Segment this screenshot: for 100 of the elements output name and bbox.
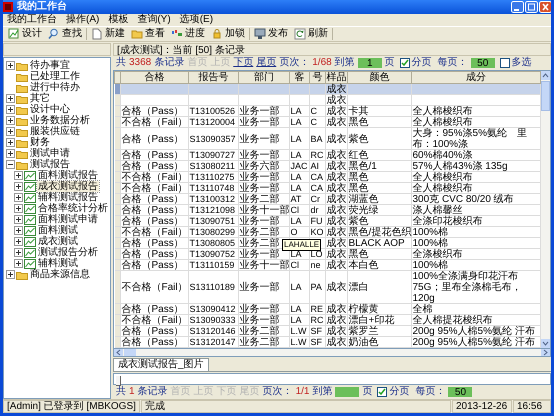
collapse-icon[interactable]	[6, 160, 15, 169]
column-header[interactable]: 颜色	[348, 72, 412, 84]
table-cell: S13080211	[188, 161, 238, 172]
expand-icon[interactable]	[6, 149, 15, 158]
page-input[interactable]	[335, 387, 360, 397]
table-cell: 200g 95%人棉5%氨纶 汗布	[412, 337, 540, 348]
menu-item[interactable]: 模板	[108, 14, 128, 26]
checkbox[interactable]	[500, 58, 510, 68]
column-header[interactable]: 样品	[326, 72, 348, 84]
minimize-button[interactable]	[511, 1, 524, 13]
menu-item[interactable]: 操作(A)	[66, 14, 100, 26]
scroll-thumb[interactable]	[124, 349, 136, 356]
tree-item[interactable]: 辅料测试	[37, 258, 79, 269]
chart-icon	[24, 170, 36, 180]
tree-item[interactable]: 业务数据分析	[29, 115, 91, 126]
table-cell: S13090357	[188, 128, 238, 150]
expand-icon[interactable]	[6, 138, 15, 147]
expand-icon[interactable]	[14, 259, 23, 268]
table-cell: 湖蓝色	[348, 194, 412, 205]
scroll-up-icon[interactable]	[541, 71, 550, 80]
scroll-handle[interactable]	[116, 376, 121, 386]
expand-icon[interactable]	[14, 248, 23, 257]
column-header[interactable]: 报告号	[188, 72, 238, 84]
table-cell: 紫色	[348, 128, 412, 150]
table-cell: 全涤印花梭织布	[412, 216, 540, 227]
tree-item[interactable]: 已处理工作	[29, 71, 81, 82]
expand-icon[interactable]	[14, 237, 23, 246]
expand-icon[interactable]	[14, 215, 23, 224]
expand-icon[interactable]	[14, 204, 23, 213]
row-header[interactable]	[114, 84, 120, 95]
expand-icon[interactable]	[14, 171, 23, 180]
tree-item[interactable]: 进行中待办	[29, 82, 81, 93]
page-input[interactable]: 1	[358, 58, 382, 68]
per-page-input[interactable]: 50	[470, 58, 495, 68]
toolbar-button[interactable]: 查看	[128, 26, 168, 42]
table-cell: C	[310, 106, 326, 117]
table-cell: 100%棉	[412, 238, 540, 249]
expand-icon[interactable]	[6, 94, 15, 103]
table-cell: L.W	[290, 337, 310, 348]
monitor-icon	[254, 28, 266, 40]
tree-item[interactable]: 测试申请	[29, 148, 71, 159]
table-cell: RC	[310, 150, 326, 161]
menu-item[interactable]: 选项(E)	[180, 14, 214, 26]
tree-item[interactable]: 商品来源信息	[29, 269, 91, 280]
column-header[interactable]: 客	[290, 72, 310, 84]
toolbar-button[interactable]: 加锁	[208, 26, 248, 42]
tree-item[interactable]: 服装供应链	[29, 126, 81, 137]
tree-item[interactable]: 设计中心	[29, 104, 71, 115]
tree-item[interactable]: 面料测试申请	[37, 214, 99, 225]
table-cell: 合格（Pass）	[120, 194, 188, 205]
expand-icon[interactable]	[6, 127, 15, 136]
expand-icon[interactable]	[14, 226, 23, 235]
tree-item[interactable]: 其它	[29, 93, 51, 104]
page-link[interactable]: 尾页	[256, 57, 276, 69]
table-cell: 成衣	[326, 95, 348, 106]
tree-item[interactable]: 辅料测试报告	[37, 192, 99, 203]
tree-item[interactable]: 财务	[29, 137, 51, 148]
tree-item[interactable]: 成衣测试	[37, 236, 79, 247]
checkbox[interactable]	[400, 58, 410, 68]
table-cell: 成衣	[326, 315, 348, 326]
expand-icon[interactable]	[6, 270, 15, 279]
expand-icon[interactable]	[6, 116, 15, 125]
column-header[interactable]: 合格	[120, 72, 188, 84]
checkbox[interactable]	[377, 387, 388, 397]
toolbar-button[interactable]: 设计	[5, 26, 45, 42]
tree-item[interactable]: 面料测试	[37, 225, 79, 236]
tree-item[interactable]: 待办事宜	[29, 60, 71, 71]
expand-icon[interactable]	[14, 193, 23, 202]
toolbar-button[interactable]: 进度	[168, 26, 208, 42]
scroll-right-icon[interactable]	[541, 349, 550, 356]
expand-icon[interactable]	[6, 61, 15, 70]
toolbar-button[interactable]: 查找	[45, 26, 85, 42]
tab[interactable]: 成衣测试报告_图片	[113, 358, 209, 371]
expand-icon[interactable]	[6, 105, 15, 114]
tree-item[interactable]: 面料测试报告	[37, 170, 99, 181]
tree-item[interactable]: 测试报告分析	[37, 247, 99, 258]
maximize-button[interactable]	[525, 1, 538, 13]
horizontal-scrollbar[interactable]	[113, 349, 551, 357]
scroll-thumb[interactable]	[541, 81, 550, 111]
per-page-input[interactable]: 50	[448, 387, 472, 397]
column-header[interactable]: 部门	[238, 72, 290, 84]
menu-item[interactable]: 查询(Y)	[137, 14, 171, 26]
scroll-left-icon[interactable]	[114, 349, 123, 356]
table-cell: 全人棉梭织布	[412, 172, 540, 183]
table-cell: LO	[310, 249, 326, 260]
tree-item[interactable]: 合格率统计分析	[37, 203, 109, 214]
menu-item[interactable]: 我的工作台	[7, 14, 57, 26]
toolbar-button[interactable]: 新建	[88, 26, 128, 42]
page-link[interactable]: 下页	[233, 57, 254, 69]
expand-icon[interactable]	[14, 182, 23, 191]
column-header[interactable]: 成分	[412, 72, 540, 84]
toolbar-button[interactable]: 刷新	[291, 26, 331, 42]
tree-item[interactable]: 成衣测试报告	[37, 181, 99, 192]
vertical-scrollbar[interactable]	[541, 71, 550, 348]
toolbar-button[interactable]: 发布	[251, 26, 291, 42]
column-header[interactable]: 号	[310, 72, 326, 84]
tree-item[interactable]: 测试报告	[29, 159, 71, 170]
table-cell: T13080805	[188, 238, 238, 249]
scroll-down-icon[interactable]	[541, 339, 550, 348]
close-button[interactable]	[539, 1, 551, 13]
